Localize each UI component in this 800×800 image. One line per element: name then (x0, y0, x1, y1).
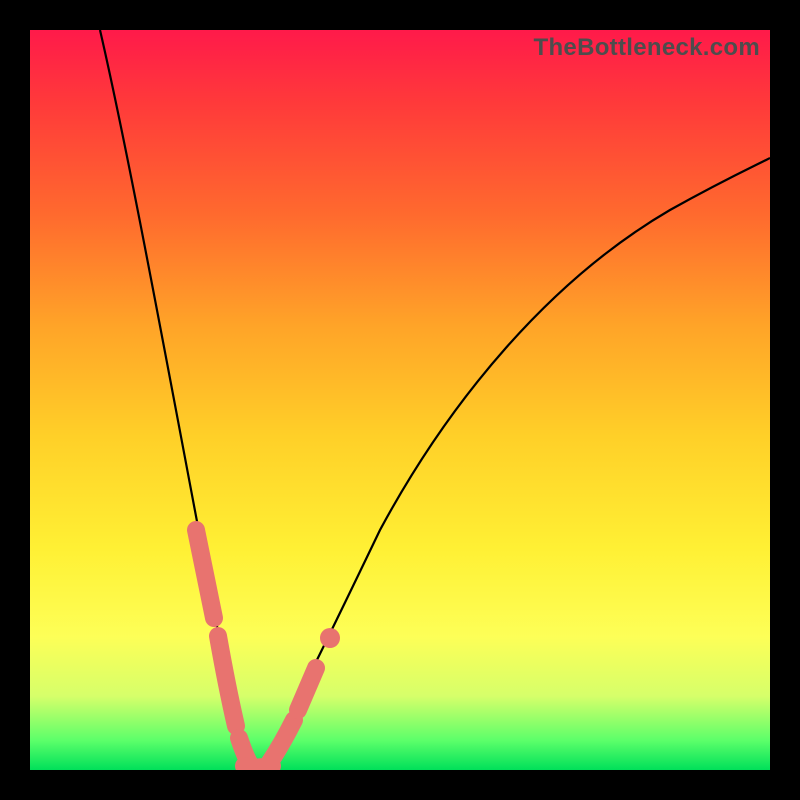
highlight-left-mid (218, 636, 236, 726)
plot-area: TheBottleneck.com (30, 30, 770, 770)
right-branch-curve (262, 158, 770, 768)
highlight-right-dot (320, 628, 340, 648)
highlight-left-upper (196, 530, 214, 618)
highlight-right-lower (270, 720, 294, 762)
curve-layer (30, 30, 770, 770)
highlight-right-mid (298, 668, 316, 710)
